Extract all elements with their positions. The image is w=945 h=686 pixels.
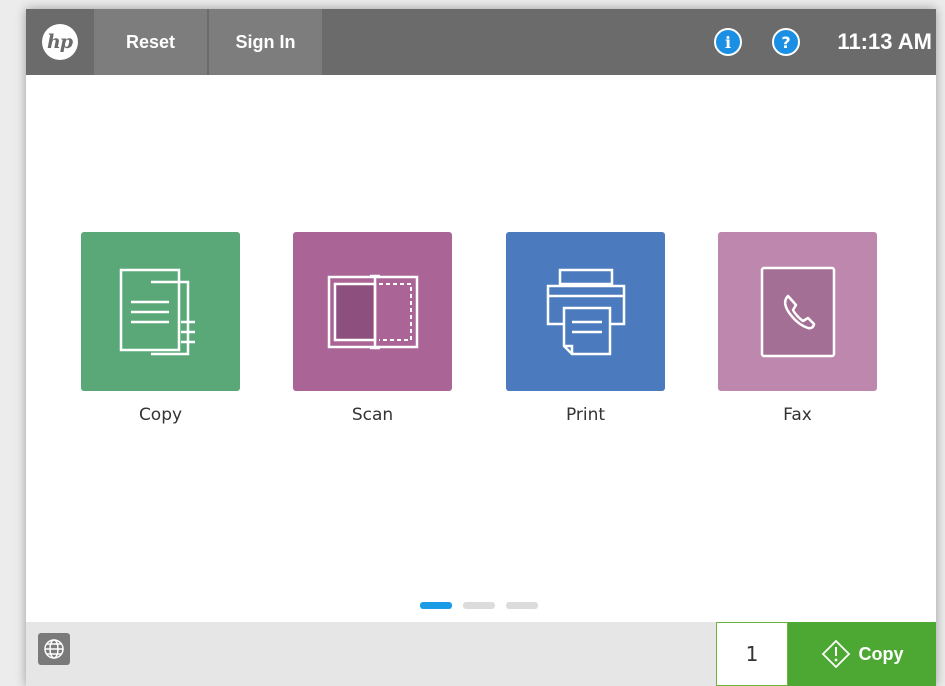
fax-icon	[760, 266, 835, 357]
print-app-label: Print	[565, 405, 606, 425]
copy-start-button[interactable]: Copy	[788, 622, 936, 686]
globe-icon	[44, 639, 64, 659]
page-indicator-2[interactable]	[463, 602, 495, 609]
copies-count-field[interactable]: 1	[716, 622, 788, 686]
copy-app-tile[interactable]	[81, 232, 240, 391]
language-button[interactable]	[38, 633, 70, 665]
page-indicator-1[interactable]	[420, 602, 452, 609]
print-icon	[546, 268, 625, 355]
start-diamond-icon	[821, 639, 850, 669]
print-app-tile[interactable]	[506, 232, 665, 391]
hp-logo-mark: hp	[41, 24, 78, 60]
scan-app-tile[interactable]	[293, 232, 452, 391]
help-icon[interactable]: ?	[772, 28, 800, 56]
copy-icon	[119, 268, 195, 355]
fax-app-tile[interactable]	[718, 232, 877, 391]
clock: 11:13 AM	[837, 29, 932, 54]
scan-icon	[327, 274, 418, 349]
copy-start-label: Copy	[858, 643, 904, 664]
sign-in-button[interactable]: Sign In	[209, 9, 322, 75]
fax-app-label: Fax	[783, 405, 812, 425]
page-indicator-3[interactable]	[506, 602, 538, 609]
hp-logo: hp	[26, 9, 93, 75]
info-icon[interactable]: i	[714, 28, 742, 56]
printer-control-panel: hp Reset Sign In i ? 11:13 AM Copy Scan …	[26, 9, 936, 686]
scan-app-label: Scan	[351, 405, 394, 425]
bottom-bar: 1 Copy	[26, 622, 936, 686]
top-bar: hp Reset Sign In i ? 11:13 AM	[26, 9, 936, 75]
copy-app-label: Copy	[138, 405, 183, 425]
reset-button[interactable]: Reset	[94, 9, 207, 75]
